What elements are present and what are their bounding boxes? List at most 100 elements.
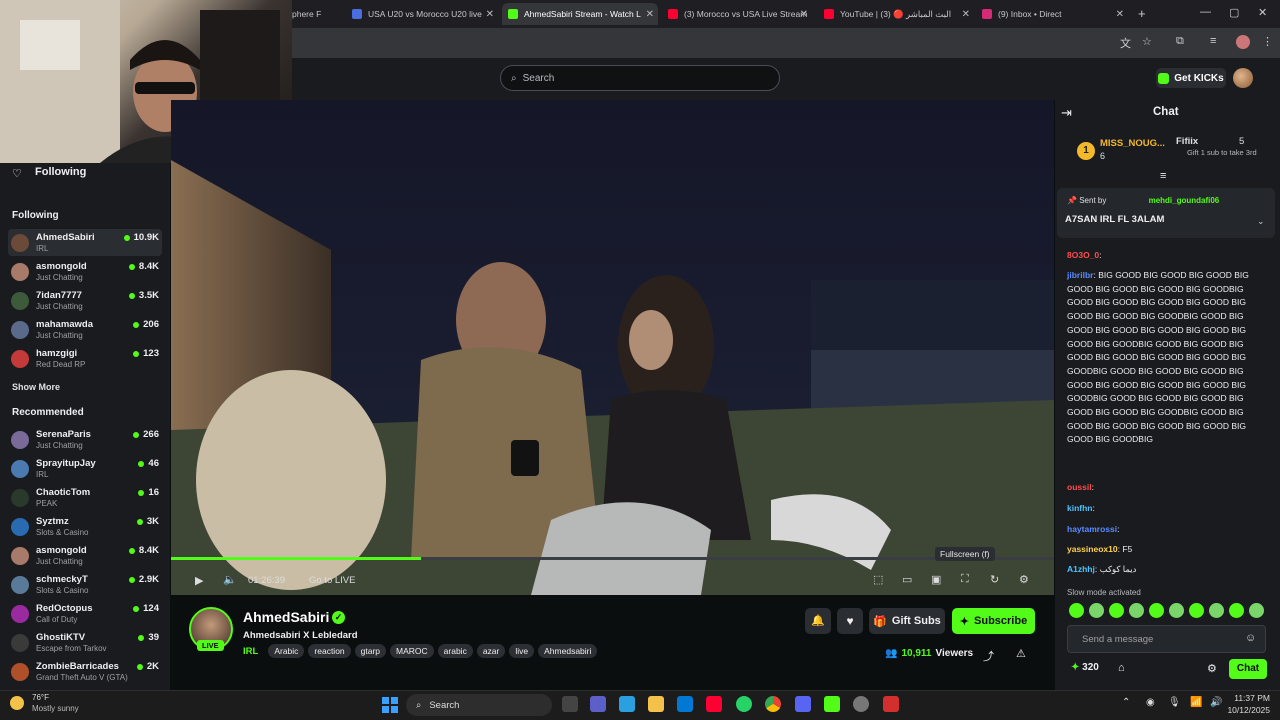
browser-tab-5[interactable]: YouTube | البث المباشر 🔴 (3) ✕ xyxy=(818,3,974,25)
report-warning-icon[interactable]: ⚠ xyxy=(1016,647,1026,660)
browser-tab-1[interactable]: phere F xyxy=(286,3,346,25)
follow-heart-icon[interactable]: ♥ xyxy=(837,608,863,634)
gift-subs-button[interactable]: 🎁 Gift Subs xyxy=(869,608,945,634)
shield-app-icon[interactable] xyxy=(883,696,899,712)
sidebar-title[interactable]: Following xyxy=(35,166,86,178)
close-tab-icon[interactable]: ✕ xyxy=(486,9,494,20)
volume-icon[interactable]: 🔈 xyxy=(223,573,237,586)
emote-icon[interactable] xyxy=(1229,603,1244,618)
chat-username[interactable]: oussil xyxy=(1067,482,1092,492)
sidebar-item-ahmedsabiri[interactable]: AhmedSabiri IRL 10.9K xyxy=(8,229,162,256)
close-tab-icon[interactable]: ✕ xyxy=(962,9,970,20)
emote-icon[interactable] xyxy=(1209,603,1224,618)
profile-avatar[interactable] xyxy=(1236,35,1250,49)
tag[interactable]: MAROC xyxy=(390,644,434,658)
browser-tab-active[interactable]: AhmedSabiri Stream - Watch L ✕ xyxy=(502,3,658,25)
notification-bell-icon[interactable]: 🔔 xyxy=(805,608,831,634)
emoji-picker-icon[interactable]: ☺ xyxy=(1245,632,1256,644)
maximize-icon[interactable]: ▢ xyxy=(1229,6,1239,19)
translate-icon[interactable]: 文 xyxy=(1120,35,1131,51)
obs-icon[interactable] xyxy=(853,696,869,712)
store-icon[interactable]: ⌂ xyxy=(1118,662,1125,674)
replay-icon[interactable]: ↻ xyxy=(990,573,999,586)
channel-points[interactable]: ✦ 320 xyxy=(1071,662,1099,673)
chat-username[interactable]: 8O3O_0 xyxy=(1067,250,1099,260)
chat-username[interactable]: kinfhn xyxy=(1067,503,1093,513)
chat-input[interactable]: Send a message xyxy=(1067,625,1266,653)
media-control-icon[interactable]: ≡ xyxy=(1210,35,1216,47)
share-icon[interactable]: ⤴ xyxy=(983,648,994,664)
tag[interactable]: arabic xyxy=(437,644,473,658)
minimize-icon[interactable]: — xyxy=(1200,6,1211,18)
go-to-live-button[interactable]: Go to LIVE xyxy=(309,575,355,586)
new-tab-button[interactable]: + xyxy=(1138,6,1146,21)
theater-icon[interactable]: ▭ xyxy=(902,573,912,586)
sidebar-item-schmeckyt[interactable]: schmeckyT Slots & Casino 2.9K xyxy=(8,571,162,598)
chat-username[interactable]: haytamrossi xyxy=(1067,524,1117,534)
settings-gear-icon[interactable]: ⚙ xyxy=(1019,573,1029,586)
browser-menu-icon[interactable]: ⋮ xyxy=(1262,35,1273,48)
emote-icon[interactable] xyxy=(1249,603,1264,618)
sidebar-item-ghostiktv[interactable]: GhostiKTV Escape from Tarkov 39 xyxy=(8,629,162,656)
clip-icon[interactable]: ⬚ xyxy=(873,573,883,586)
leader2-name[interactable]: Fifiix xyxy=(1176,136,1198,147)
emote-icon[interactable] xyxy=(1129,603,1144,618)
chrome-icon[interactable] xyxy=(765,696,781,712)
chat-username[interactable]: jibrilbr xyxy=(1067,270,1093,280)
sidebar-item-zombiebarricades[interactable]: ZombieBarricades Grand Theft Auto V (GTA)… xyxy=(8,658,162,685)
leader-name[interactable]: MISS_NOUG... xyxy=(1100,138,1165,149)
emote-icon[interactable] xyxy=(1109,603,1124,618)
sidebar-item-syztmz[interactable]: Syztmz Slots & Casino 3K xyxy=(8,513,162,540)
close-window-icon[interactable]: ✕ xyxy=(1258,6,1267,19)
outlook-icon[interactable] xyxy=(677,696,693,712)
emote-icon[interactable] xyxy=(1149,603,1164,618)
close-tab-icon[interactable]: ✕ xyxy=(1116,9,1124,20)
emote-icon[interactable] xyxy=(1169,603,1184,618)
sidebar-item-chaotictom[interactable]: ChaoticTom PEAK 16 xyxy=(8,484,162,511)
taskbar-search[interactable]: ⌕ Search xyxy=(406,694,552,716)
category-link[interactable]: IRL xyxy=(243,646,258,657)
emote-icon[interactable] xyxy=(1189,603,1204,618)
tag[interactable]: Arabic xyxy=(268,644,305,658)
send-chat-button[interactable]: Chat xyxy=(1229,659,1267,679)
close-tab-icon[interactable]: ✕ xyxy=(646,9,654,20)
play-icon[interactable]: ▶ xyxy=(195,574,203,587)
sidebar-item-asmongold-rec[interactable]: asmongold Just Chatting 8.4K xyxy=(8,542,162,569)
task-view-icon[interactable] xyxy=(562,696,578,712)
tag[interactable]: gtarp xyxy=(354,644,387,658)
kick-app-icon[interactable] xyxy=(824,696,840,712)
close-tab-icon[interactable]: ✕ xyxy=(800,9,808,20)
emote-icon[interactable] xyxy=(1069,603,1084,618)
filter-icon[interactable]: ≡ xyxy=(1160,170,1166,182)
video-player[interactable] xyxy=(171,100,1054,595)
browser-tab-6[interactable]: (9) Inbox • Direct ✕ xyxy=(976,3,1128,25)
sidebar-item-hamzgigi[interactable]: hamzgigi Red Dead RP 123 xyxy=(8,345,162,372)
chevron-down-icon[interactable]: ⌄ xyxy=(1257,216,1265,227)
mic-icon[interactable]: 🎙 xyxy=(1168,697,1181,708)
streamer-name[interactable]: AhmedSabiri xyxy=(243,609,329,625)
network-icon[interactable]: ◉ xyxy=(1146,697,1155,708)
sidebar-item-redoctopus[interactable]: RedOctopus Call of Duty 124 xyxy=(8,600,162,627)
discord-icon[interactable] xyxy=(795,696,811,712)
pip-icon[interactable]: ▣ xyxy=(931,573,941,586)
subscribe-button[interactable]: ✦ Subscribe xyxy=(952,608,1035,634)
wifi-icon[interactable]: 📶 xyxy=(1190,697,1202,708)
windows-start-icon[interactable] xyxy=(382,697,398,713)
tag[interactable]: Ahmedsabiri xyxy=(538,644,598,658)
sidebar-item-sprayitupjay[interactable]: SprayitupJay IRL 46 xyxy=(8,455,162,482)
get-kicks-button[interactable]: Get KICKs xyxy=(1156,68,1226,88)
pinned-user[interactable]: mehdi_goundafi06 xyxy=(1149,196,1220,205)
youtube-icon[interactable] xyxy=(706,696,722,712)
volume-icon[interactable]: 🔊 xyxy=(1210,697,1222,708)
whatsapp-icon[interactable] xyxy=(736,696,752,712)
teams-icon[interactable] xyxy=(590,696,606,712)
chat-username[interactable]: yassineox10 xyxy=(1067,544,1118,554)
sidebar-item-7idan7777[interactable]: 7idan7777 Just Chatting 3.5K xyxy=(8,287,162,314)
browser-tab-2[interactable]: USA U20 vs Morocco U20 live ✕ xyxy=(346,3,498,25)
file-explorer-icon[interactable] xyxy=(648,696,664,712)
tag[interactable]: live xyxy=(509,644,535,658)
tag[interactable]: azar xyxy=(476,644,506,658)
edge-icon[interactable] xyxy=(619,696,635,712)
show-more-button[interactable]: Show More xyxy=(12,382,60,392)
emote-icon[interactable] xyxy=(1089,603,1104,618)
